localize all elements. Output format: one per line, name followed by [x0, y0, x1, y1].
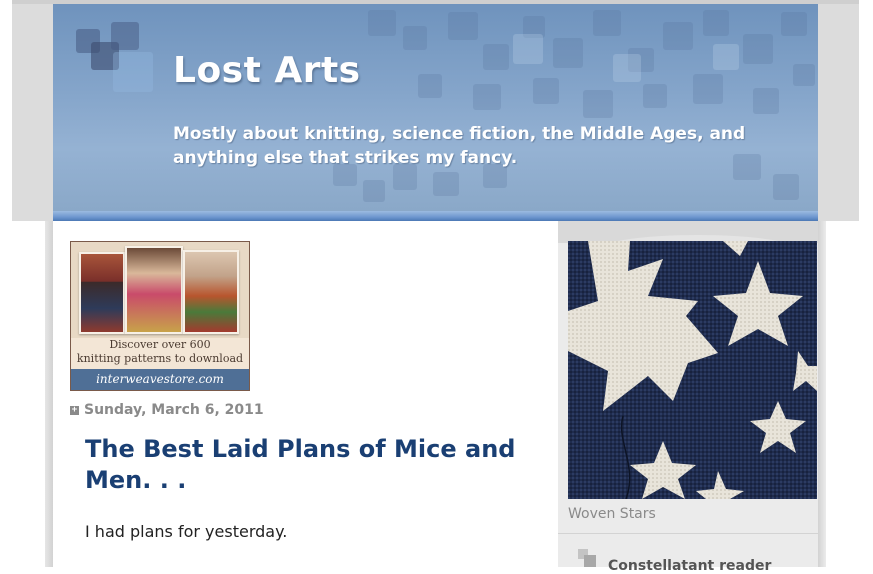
- ad-store-link[interactable]: interweavestore.com: [71, 369, 249, 390]
- page-shadow-left: [45, 221, 53, 567]
- date-header-row: + Sunday, March 6, 2011: [70, 401, 264, 419]
- advertisement-banner[interactable]: Discover over 600 knitting patterns to d…: [70, 241, 250, 391]
- sidebar-widget-title: Constellatant reader: [608, 558, 772, 574]
- sidebar-top-decoration: [558, 221, 818, 265]
- woven-stars-photo[interactable]: [568, 241, 817, 499]
- date-header: Sunday, March 6, 2011: [84, 402, 264, 418]
- ad-text: Discover over 600 knitting patterns to d…: [76, 338, 244, 365]
- sidebar-divider: [558, 533, 818, 534]
- post-title[interactable]: The Best Laid Plans of Mice and Men. . .: [85, 434, 525, 496]
- blog-description: Mostly about knitting, science fiction, …: [173, 124, 746, 168]
- page-shadow-right: [818, 221, 826, 567]
- collapse-square-icon[interactable]: +: [70, 405, 79, 415]
- header-bottom-bar: [53, 211, 818, 221]
- photo-caption: Woven Stars: [568, 506, 656, 522]
- blog-title[interactable]: Lost Arts: [173, 50, 361, 91]
- post-body: I had plans for yesterday.: [85, 522, 288, 541]
- ad-photo-collage: [71, 242, 249, 338]
- blog-header: Lost Arts Mostly about knitting, science…: [53, 4, 818, 211]
- squares-widget-icon: [578, 549, 600, 571]
